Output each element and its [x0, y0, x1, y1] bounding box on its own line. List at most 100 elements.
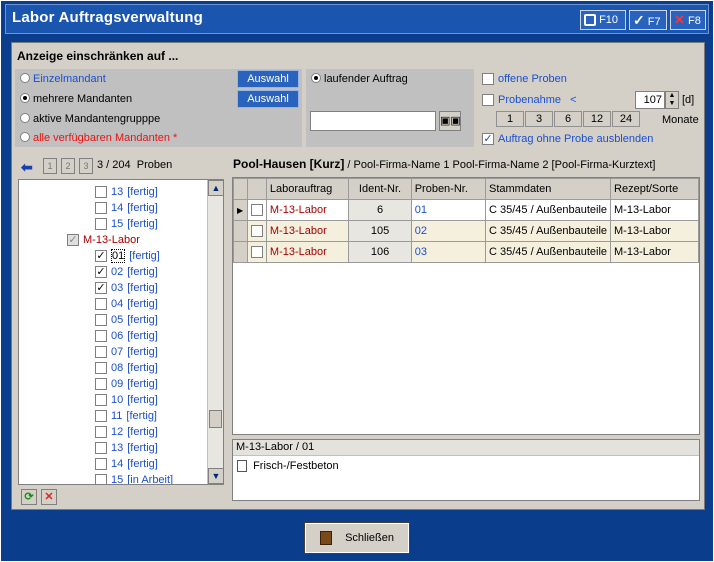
cell-ident-nr: 106: [348, 241, 412, 263]
tree-item-checkbox[interactable]: [95, 474, 107, 484]
refresh-icon[interactable]: ⟳: [21, 489, 37, 505]
tree-item-checkbox[interactable]: [95, 442, 107, 455]
close-button[interactable]: Schließen: [304, 522, 410, 554]
clear-filter-icon[interactable]: ✕: [41, 489, 57, 505]
f10-button[interactable]: F10: [580, 10, 626, 30]
tree-item[interactable]: ✓ 02 [fertig]: [95, 264, 158, 280]
option-aktive-mandantengruppe[interactable]: aktive Mandantengrupppe: [20, 113, 160, 125]
tree-item-status: [fertig]: [127, 186, 158, 198]
order-search-input[interactable]: [310, 111, 436, 131]
period-1[interactable]: 1: [496, 111, 524, 127]
tree-item[interactable]: 13 [fertig]: [95, 184, 158, 200]
option-mehrere-mandanten[interactable]: mehrere Mandanten: [20, 93, 132, 105]
period-24[interactable]: 24: [612, 111, 640, 127]
option-offene-proben[interactable]: offene Proben: [482, 73, 567, 86]
tree-item-checkbox[interactable]: [95, 378, 107, 391]
tree-item-checkbox[interactable]: [95, 426, 107, 439]
period-6[interactable]: 6: [554, 111, 582, 127]
tree-item-status: [fertig]: [127, 458, 158, 470]
sampling-days-input[interactable]: 107: [635, 91, 665, 109]
nav-button-2[interactable]: 2: [61, 158, 75, 174]
column-header-rezept-sorte[interactable]: Rezept/Sorte: [610, 178, 699, 200]
tree-item[interactable]: 14 [fertig]: [95, 456, 158, 472]
cell-proben-nr: 03: [410, 241, 486, 263]
scroll-up-icon[interactable]: ▲: [208, 180, 223, 196]
tree-item[interactable]: 06 [fertig]: [95, 328, 158, 344]
table-row[interactable]: ▶ M-13-Labor 6 01 C 35/45 / Außenbauteile M-1…: [233, 199, 699, 221]
back-arrow-icon[interactable]: ⬅: [21, 159, 33, 176]
option-einzelmandant[interactable]: Einzelmandant: [20, 73, 106, 85]
tree-item-checkbox[interactable]: [95, 330, 107, 343]
row-select-checkbox[interactable]: [246, 241, 267, 263]
tree-item-checkbox[interactable]: [95, 298, 107, 311]
tree-item[interactable]: 08 [fertig]: [95, 360, 158, 376]
tree-item[interactable]: 13 [fertig]: [95, 440, 158, 456]
f7-button[interactable]: ✓ F7: [629, 10, 667, 30]
tree-item-checkbox[interactable]: [95, 458, 107, 471]
tree-item[interactable]: 09 [fertig]: [95, 376, 158, 392]
tree-item-checkbox[interactable]: [95, 202, 107, 215]
order-grid[interactable]: Laborauftrag Ident-Nr. Proben-Nr. Stammd…: [232, 177, 700, 435]
scroll-down-icon[interactable]: ▼: [208, 468, 223, 484]
cell-laborauftrag: M-13-Labor: [265, 220, 350, 242]
tree-item-checkbox[interactable]: [95, 314, 107, 327]
tree-item-status: [fertig]: [127, 378, 158, 390]
tree-item[interactable]: ✓ 01 [fertig]: [95, 248, 160, 264]
tree-item-label: 01: [111, 249, 126, 263]
tree-item[interactable]: 05 [fertig]: [95, 312, 158, 328]
tree-item-checkbox[interactable]: [95, 394, 107, 407]
table-row[interactable]: M-13-Labor 106 03 C 35/45 / Außenbauteile M-…: [233, 241, 699, 263]
tree-item[interactable]: 12 [fertig]: [95, 424, 158, 440]
column-header-laborauftrag[interactable]: Laborauftrag: [265, 178, 350, 200]
order-panel: Pool-Hausen [Kurz] / Pool-Firma-Name 1 P…: [231, 155, 701, 507]
row-select-checkbox[interactable]: [246, 220, 267, 242]
detail-item[interactable]: Frisch-/Festbeton: [237, 460, 339, 473]
order-table: Laborauftrag Ident-Nr. Proben-Nr. Stammd…: [233, 178, 699, 263]
f8-button[interactable]: ✕ F8: [670, 10, 706, 30]
column-header-stammdaten[interactable]: Stammdaten: [484, 178, 612, 200]
cell-rezept-sorte: M-13-Labor: [610, 199, 699, 221]
tree-item[interactable]: ✓ 03 [fertig]: [95, 280, 158, 296]
tree-item[interactable]: 04 [fertig]: [95, 296, 158, 312]
tree-item[interactable]: 07 [fertig]: [95, 344, 158, 360]
tree-item[interactable]: 15 [in Arbeit]: [95, 472, 174, 485]
period-3[interactable]: 3: [525, 111, 553, 127]
option-alle-mandanten[interactable]: alle verfügbaren Mandanten *: [20, 132, 177, 144]
auswahl-button-1[interactable]: Auswahl: [237, 70, 299, 88]
auswahl-button-2[interactable]: Auswahl: [237, 90, 299, 108]
sample-tree[interactable]: 13 [fertig] 14 [fertig] 15 [fertig] ✓ M-13-Labo…: [18, 179, 224, 485]
option-laufender-auftrag[interactable]: laufender Auftrag: [311, 73, 408, 85]
table-row[interactable]: M-13-Labor 105 02 C 35/45 / Außenbauteile M-…: [233, 220, 699, 242]
tree-item-status: [in Arbeit]: [127, 474, 174, 485]
column-header-proben-nr[interactable]: Proben-Nr.: [410, 178, 486, 200]
binoculars-icon[interactable]: ▣▣: [439, 111, 461, 131]
tree-scrollbar[interactable]: ▲ ▼: [207, 180, 223, 484]
tree-item-checkbox[interactable]: [95, 218, 107, 231]
tree-item[interactable]: 10 [fertig]: [95, 392, 158, 408]
tree-item-label: 04: [111, 298, 124, 310]
tree-item-checkbox[interactable]: [95, 346, 107, 359]
tree-item-checkbox[interactable]: [95, 186, 107, 199]
period-12[interactable]: 12: [583, 111, 611, 127]
tree-item-checkbox[interactable]: ✓: [67, 234, 79, 247]
tree-item[interactable]: 11 [fertig]: [95, 408, 157, 424]
option-probenahme[interactable]: Probenahme <: [482, 94, 577, 107]
tree-scroll-thumb[interactable]: [209, 410, 222, 428]
tree-item-status: [fertig]: [127, 330, 158, 342]
cell-stammdaten: C 35/45 / Außenbauteile: [484, 220, 612, 242]
tree-item-checkbox[interactable]: ✓: [95, 282, 107, 295]
nav-button-3[interactable]: 3: [79, 158, 93, 174]
nav-button-1[interactable]: 1: [43, 158, 57, 174]
tree-item[interactable]: ✓ M-13-Labor: [67, 232, 144, 248]
tree-item-checkbox[interactable]: ✓: [95, 266, 107, 279]
tree-item[interactable]: 15 [fertig]: [95, 216, 158, 232]
tree-item[interactable]: 14 [fertig]: [95, 200, 158, 216]
tree-item-checkbox[interactable]: ✓: [95, 250, 107, 263]
tree-item-checkbox[interactable]: [95, 362, 107, 375]
months-label: Monate: [662, 114, 699, 126]
column-header-ident-nr[interactable]: Ident-Nr.: [348, 178, 412, 200]
row-select-checkbox[interactable]: [246, 199, 267, 221]
tree-item-checkbox[interactable]: [95, 410, 107, 423]
sampling-spinner[interactable]: ▲ ▼: [665, 91, 679, 109]
option-hide-without-sample[interactable]: ✓ Auftrag ohne Probe ausblenden: [482, 133, 653, 146]
